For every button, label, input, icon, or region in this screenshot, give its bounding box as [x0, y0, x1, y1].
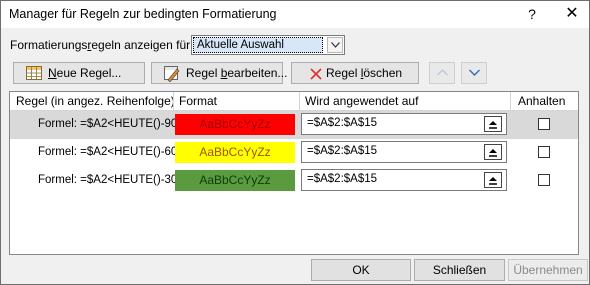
new-rule-icon [26, 66, 42, 86]
new-rule-button[interactable]: Neue Regel... [13, 62, 145, 84]
ok-button[interactable]: OK [311, 259, 411, 281]
rule-formula: Formel: =$A2<HEUTE()-60 [38, 146, 178, 158]
format-preview: AaBbCcYyZz [175, 142, 295, 163]
edit-rule-label: Regel bearbeiten... [186, 66, 288, 80]
applies-to-value: =$A$2:$A$15 [307, 145, 378, 157]
applies-to-value: =$A$2:$A$15 [307, 117, 378, 129]
format-preview: AaBbCcYyZz [175, 114, 295, 135]
chevron-down-icon [469, 69, 480, 76]
applies-to-field[interactable]: =$A$2:$A$15 [301, 141, 507, 163]
collapse-range-icon[interactable] [484, 116, 502, 132]
title-bar: Manager für Regeln zur bedingten Formati… [1, 1, 589, 28]
chevron-up-icon [437, 69, 448, 76]
help-button[interactable]: ? [521, 4, 543, 24]
show-rules-selected: Aktuelle Auswahl [193, 37, 323, 53]
applies-to-field[interactable]: =$A$2:$A$15 [301, 113, 507, 135]
header-stop-if-true: Anhalten [518, 94, 566, 108]
collapse-range-icon[interactable] [484, 144, 502, 160]
edit-rule-icon [164, 66, 180, 88]
rule-row[interactable]: Formel: =$A2<HEUTE()-30 AaBbCcYyZz =$A$2… [10, 167, 578, 195]
rule-formula: Formel: =$A2<HEUTE()-30 [38, 174, 178, 186]
move-down-button[interactable] [461, 62, 487, 84]
stop-if-true-checkbox[interactable] [538, 146, 550, 158]
show-rules-label: Formatierungsregeln anzeigen für: [10, 38, 194, 52]
rule-row[interactable]: Formel: =$A2<HEUTE()-60 AaBbCcYyZz =$A$2… [10, 139, 578, 167]
apply-button[interactable]: Übernehmen [508, 259, 588, 281]
delete-icon [310, 66, 322, 86]
stop-if-true-checkbox[interactable] [538, 118, 550, 130]
stop-if-true-checkbox[interactable] [538, 174, 550, 186]
header-rule: Regel (in angez. Reihenfolge) [16, 94, 175, 108]
rule-formula: Formel: =$A2<HEUTE()-90 [38, 118, 178, 130]
close-button[interactable]: ✕ [561, 4, 583, 24]
delete-rule-label: Regel löschen [326, 66, 403, 80]
rules-grid: Regel (in angez. Reihenfolge) Format Wir… [9, 91, 579, 255]
applies-to-value: =$A$2:$A$15 [307, 173, 378, 185]
chevron-down-icon[interactable] [327, 37, 343, 53]
collapse-range-icon[interactable] [484, 172, 502, 188]
grid-header: Regel (in angez. Reihenfolge) Format Wir… [10, 92, 578, 111]
rules-toolbar: Neue Regel... Regel bearbeiten... Regel … [9, 59, 579, 89]
edit-rule-button[interactable]: Regel bearbeiten... [151, 62, 287, 84]
dialog-title: Manager für Regeln zur bedingten Formati… [9, 7, 277, 21]
show-rules-dropdown[interactable]: Aktuelle Auswahl [191, 35, 345, 55]
move-up-button[interactable] [429, 62, 455, 84]
header-applies-to: Wird angewendet auf [305, 94, 419, 108]
conditional-formatting-dialog: Manager für Regeln zur bedingten Formati… [0, 0, 590, 285]
close-dialog-button[interactable]: Schließen [414, 259, 505, 281]
format-preview: AaBbCcYyZz [175, 170, 295, 191]
header-format: Format [179, 94, 218, 108]
new-rule-label: Neue Regel... [48, 66, 122, 80]
applies-to-field[interactable]: =$A$2:$A$15 [301, 169, 507, 191]
delete-rule-button[interactable]: Regel löschen [291, 62, 419, 84]
rule-row[interactable]: Formel: =$A2<HEUTE()-90 AaBbCcYyZz =$A$2… [10, 111, 578, 139]
